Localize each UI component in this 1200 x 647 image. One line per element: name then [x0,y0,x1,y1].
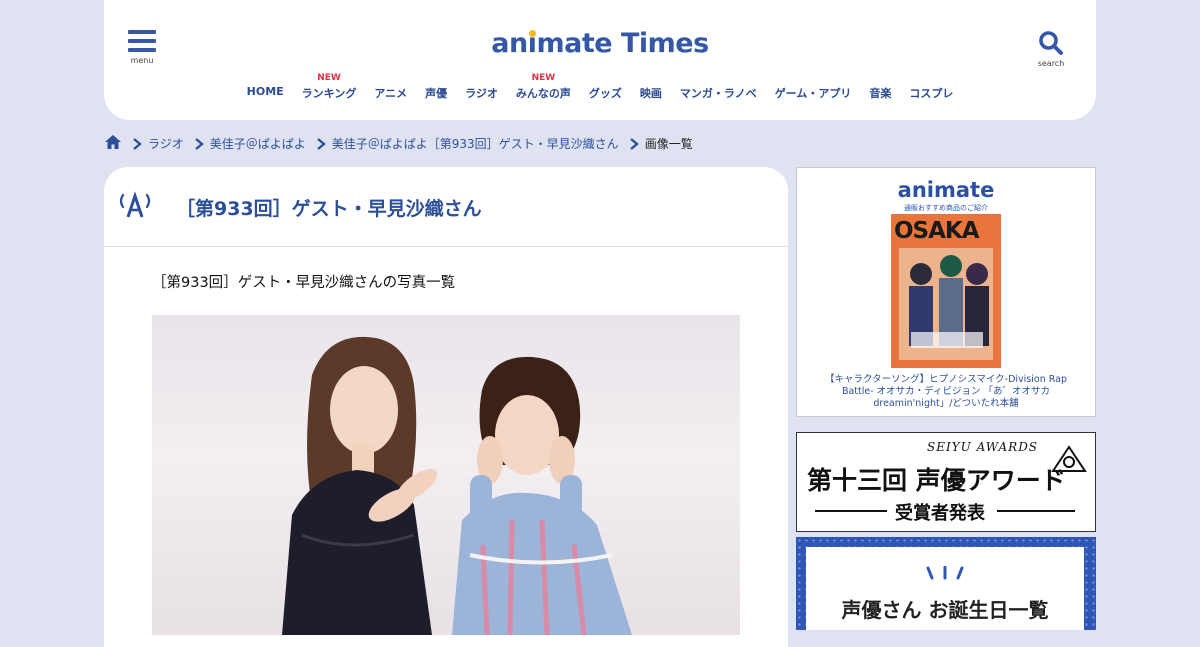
main-nav: HOME NEW ランキング アニメ 声優 ラジオ NEW みんなの声 グッズ 映画… [104,73,1096,104]
article-header: ［第933回］ゲスト・早見沙織さん [104,167,788,247]
gallery-subtitle: ［第933回］ゲスト・早見沙織さんの写真一覧 [152,275,456,291]
nav-item-cosplay[interactable]: コスプレ [900,74,962,104]
breadcrumb-link[interactable]: 美佳子＠ぱよぱよ［第933回］ゲスト・早見沙織さん [332,135,619,152]
home-icon [105,135,121,149]
breadcrumb-item[interactable]: 美佳子＠ぱよぱよ [194,135,306,152]
awards-subtitle: 受賞者発表 [895,503,985,524]
nav-item-game[interactable]: ゲーム・アプリ [766,74,861,104]
nav-item-ranking[interactable]: NEW ランキング [293,73,366,104]
article-card: ［第933回］ゲスト・早見沙織さん ［第933回］ゲスト・早見沙織さんの写真一覧 [104,167,788,647]
divider-line [815,510,887,512]
nav-label: アニメ [374,87,408,100]
ad-caption-link[interactable]: 【キャラクターソング】ヒプノシスマイク-Division Rap Battle-… [815,374,1077,410]
breadcrumb-current: 画像一覧 [644,137,693,151]
site-logo[interactable]: anımate Times [104,28,1096,59]
gallery-photo[interactable] [152,315,740,635]
nav-label: グッズ [588,87,622,100]
nav-item-music[interactable]: 音楽 [860,74,900,104]
awards-jp-title: 第十三回 声優アワード [807,466,1066,495]
divider-line [997,510,1075,512]
nav-label: ラジオ [465,87,498,100]
birthday-banner-title: 声優さん お誕生日一覧 [841,598,1049,622]
nav-item-seiyu[interactable]: 声優 [416,74,456,104]
radio-icon [119,191,151,218]
chevron-right-icon [317,137,326,150]
new-badge: NEW [531,73,556,83]
nav-item-radio[interactable]: ラジオ [456,74,507,104]
search-icon [1039,31,1063,55]
seiyu-awards-banner[interactable]: SEIYU AWARDS 第十三回 声優アワード 受賞者発表 [796,432,1096,532]
nav-label: 映画 [639,87,662,100]
chevron-right-icon [194,137,204,150]
birthday-banner-panel: 声優さん お誕生日一覧 [806,547,1084,630]
nav-item-anime[interactable]: アニメ [365,74,416,104]
nav-label: 声優 [425,87,448,100]
search-label: search [1037,59,1065,68]
search-button[interactable]: search [1036,30,1066,68]
nav-item-home[interactable]: HOME [238,74,293,104]
nav-label: ゲーム・アプリ [774,87,852,100]
sparkle-icon [806,565,1084,584]
awards-eng-title: SEIYU AWARDS [927,440,1039,454]
animate-brand-sub: 通販おすすめ商品のご紹介 [904,204,988,212]
breadcrumb-link[interactable]: 美佳子＠ぱよぱよ [210,135,306,152]
nav-label: ランキング [301,87,357,100]
cd-cover-image[interactable]: OSAKA [891,214,1001,368]
nav-item-manga[interactable]: マンガ・ラノベ [671,74,766,104]
breadcrumb: ラジオ 美佳子＠ぱよぱよ 美佳子＠ぱよぱよ［第933回］ゲスト・早見沙織さん 画… [104,134,703,153]
nav-item-goods[interactable]: グッズ [580,74,631,104]
nav-item-movie[interactable]: 映画 [631,74,671,104]
cover-art [899,248,993,360]
nav-label: HOME [246,85,284,98]
nav-label: 音楽 [869,87,892,100]
breadcrumb-item-current: 画像一覧 [629,135,693,152]
article-title: ［第933回］ゲスト・早見沙織さん [176,198,482,220]
nav-label: マンガ・ラノベ [679,87,757,100]
nav-item-minna[interactable]: NEW みんなの声 [507,73,580,104]
animate-brand: animate [897,178,995,202]
guest-photo-image [282,336,632,635]
breadcrumb-home[interactable] [104,134,122,153]
nav-label: みんなの声 [515,87,571,100]
chevron-right-icon [629,137,639,150]
site-header: menu anımate Times search HOME NEW ランキング … [104,0,1096,120]
shop-recommend-ad[interactable]: animate 通販おすすめ商品のご紹介 OSAKA 【キャラクターソング】ヒプ… [796,167,1096,417]
chevron-right-icon [133,137,142,150]
nav-label: コスプレ [909,87,954,100]
new-badge: NEW [317,73,341,83]
breadcrumb-link[interactable]: ラジオ [148,135,184,152]
birthday-list-banner[interactable]: 声優さん お誕生日一覧 [796,537,1096,630]
breadcrumb-item[interactable]: ラジオ [132,135,184,152]
breadcrumb-item[interactable]: 美佳子＠ぱよぱよ［第933回］ゲスト・早見沙織さん [316,135,619,152]
